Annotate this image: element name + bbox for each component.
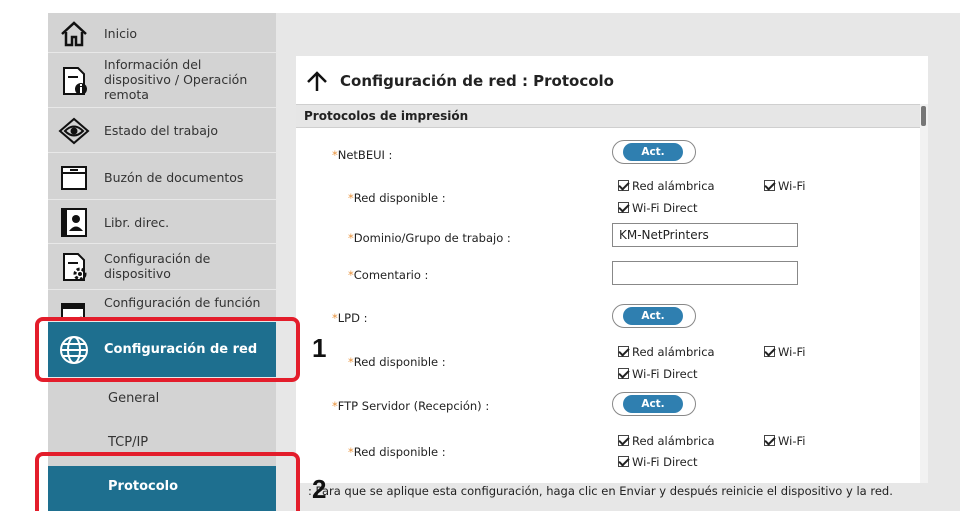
device-info-icon: [63, 67, 87, 95]
lpd-wifidirect-checkbox[interactable]: Wi-Fi Direct: [618, 367, 698, 381]
comment-label: *Comentario :: [348, 268, 429, 282]
sidebar-item-address-book[interactable]: Libr. direc.: [48, 200, 276, 244]
callout-number-2: 2: [312, 474, 327, 504]
scrollbar[interactable]: [920, 104, 928, 511]
lpd-wired-checkbox[interactable]: Red alámbrica: [618, 345, 715, 359]
callout-box-1: [35, 317, 300, 382]
sidebar-item-document-box[interactable]: Buzón de documentos: [48, 153, 276, 200]
eye-icon: [58, 117, 90, 145]
lpd-label: *LPD :: [332, 311, 368, 325]
ftp-wifi-checkbox[interactable]: Wi-Fi: [764, 434, 805, 448]
page-title: Configuración de red : Protocolo: [340, 72, 614, 90]
sidebar-item-label: Configuración de función: [104, 295, 261, 310]
ftp-label: *FTP Servidor (Recepción) :: [332, 399, 490, 413]
sidebar-item-label: Estado del trabajo: [104, 123, 219, 138]
toggle-label: Act.: [623, 395, 683, 413]
sidebar: Inicio Información del dispositivo / Ope…: [48, 13, 276, 511]
netbeui-wired-checkbox[interactable]: Red alámbrica: [618, 179, 715, 193]
netbeui-label: *NetBEUI :: [332, 148, 393, 162]
callout-number-1: 1: [312, 333, 327, 363]
toggle-label: Act.: [623, 307, 683, 325]
sidebar-subitem-label: General: [108, 391, 160, 406]
sidebar-item-device-settings[interactable]: Configuración de dispositivo: [48, 244, 276, 290]
netbeui-toggle[interactable]: Act.: [612, 140, 696, 164]
sidebar-item-label: Inicio: [104, 26, 138, 41]
footnote-text: : Para que se aplique esta configuración…: [308, 484, 893, 498]
lpd-toggle[interactable]: Act.: [612, 304, 696, 328]
section-title: Protocolos de impresión: [304, 109, 469, 123]
sidebar-item-job-status[interactable]: Estado del trabajo: [48, 108, 276, 153]
main-area: Configuración de red : Protocolo Protoco…: [276, 13, 960, 511]
lpd-wifi-checkbox[interactable]: Wi-Fi: [764, 345, 805, 359]
folder-icon: [61, 166, 87, 190]
ftp-available-label: *Red disponible :: [348, 445, 446, 459]
toggle-label: Act.: [623, 143, 683, 161]
netbeui-wifi-checkbox[interactable]: Wi-Fi: [764, 179, 805, 193]
workgroup-label: *Dominio/Grupo de trabajo :: [348, 231, 511, 245]
sidebar-item-device-info[interactable]: Información del dispositivo / Operación …: [48, 53, 276, 108]
sidebar-subitem-label: TCP/IP: [108, 435, 149, 450]
workgroup-input[interactable]: KM-NetPrinters: [612, 223, 798, 247]
scrollbar-thumb[interactable]: [921, 106, 926, 126]
section-header: Protocolos de impresión: [296, 104, 920, 128]
top-strip: [0, 0, 960, 13]
ftp-toggle[interactable]: Act.: [612, 392, 696, 416]
footnote: : Para que se aplique esta configuración…: [298, 483, 934, 511]
address-book-icon: [61, 208, 87, 237]
callout-box-2: [35, 452, 300, 511]
ftp-wifidirect-checkbox[interactable]: Wi-Fi Direct: [618, 455, 698, 469]
ftp-wired-checkbox[interactable]: Red alámbrica: [618, 434, 715, 448]
up-arrow-icon[interactable]: [306, 70, 328, 92]
sidebar-item-label: Configuración de dispositivo: [104, 251, 211, 281]
netbeui-wifidirect-checkbox[interactable]: Wi-Fi Direct: [618, 201, 698, 215]
sidebar-item-label: Información del dispositivo / Operación …: [104, 57, 248, 102]
sidebar-item-inicio[interactable]: Inicio: [48, 13, 276, 53]
settings-panel: Configuración de red : Protocolo Protoco…: [296, 56, 928, 511]
sidebar-item-label: Buzón de documentos: [104, 170, 244, 185]
home-icon: [61, 21, 87, 47]
sidebar-subitem-general[interactable]: General: [48, 378, 276, 422]
lpd-available-label: *Red disponible :: [348, 355, 446, 369]
comment-input[interactable]: [612, 261, 798, 285]
netbeui-available-label: *Red disponible :: [348, 191, 446, 205]
sidebar-item-label: Libr. direc.: [104, 215, 170, 230]
device-settings-icon: [63, 253, 87, 281]
